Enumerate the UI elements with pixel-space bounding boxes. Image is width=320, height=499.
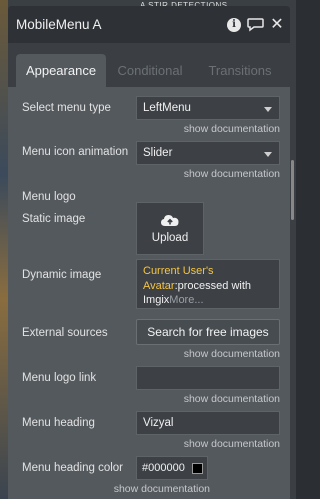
dynamic-image-expression[interactable]: Current User's Avatar:processed with Img… bbox=[136, 259, 280, 309]
scrollbar-thumb[interactable] bbox=[291, 160, 294, 220]
menu-heading-doc-link[interactable]: show documentation bbox=[184, 438, 280, 450]
menu-type-doc-link[interactable]: show documentation bbox=[184, 123, 280, 135]
menu-heading-value: Vizyal bbox=[143, 417, 174, 429]
heading-color-doc-link[interactable]: show documentation bbox=[114, 483, 210, 495]
chevron-down-icon bbox=[264, 107, 272, 112]
logo-link-label: Menu logo link bbox=[22, 372, 97, 384]
upload-button[interactable]: Upload bbox=[136, 202, 204, 255]
menu-logo-label: Menu logo bbox=[22, 191, 76, 203]
tab-appearance[interactable]: Appearance bbox=[16, 54, 106, 87]
tab-transitions[interactable]: Transitions bbox=[194, 54, 286, 87]
tab-bar: Appearance Conditional Transitions bbox=[8, 43, 290, 87]
cloud-upload-icon bbox=[161, 215, 179, 226]
close-icon[interactable]: ✕ bbox=[270, 16, 284, 32]
menu-heading-input[interactable]: Vizyal bbox=[136, 411, 280, 435]
property-editor-panel: MobileMenu A i ✕ Appearance Conditional … bbox=[8, 6, 290, 499]
external-sources-label: External sources bbox=[22, 327, 108, 339]
expression-more-link[interactable]: More... bbox=[169, 294, 203, 306]
search-free-images-button[interactable]: Search for free images bbox=[136, 319, 280, 345]
panel-titlebar[interactable]: MobileMenu A i ✕ bbox=[8, 6, 290, 43]
color-swatch[interactable] bbox=[191, 462, 203, 474]
info-icon[interactable]: i bbox=[227, 17, 241, 32]
icon-animation-label: Menu icon animation bbox=[22, 146, 129, 158]
comment-icon[interactable] bbox=[247, 17, 264, 32]
background-canvas bbox=[0, 0, 8, 499]
icon-animation-doc-link[interactable]: show documentation bbox=[184, 168, 280, 180]
heading-color-value: #000000 bbox=[142, 462, 185, 474]
external-sources-doc-link[interactable]: show documentation bbox=[184, 348, 280, 360]
heading-color-picker[interactable]: #000000 bbox=[136, 456, 208, 480]
tab-conditional[interactable]: Conditional bbox=[106, 54, 194, 87]
icon-animation-dropdown[interactable]: Slider bbox=[136, 141, 280, 165]
chevron-down-icon bbox=[264, 152, 272, 157]
icon-animation-value: Slider bbox=[143, 147, 173, 159]
logo-link-doc-link[interactable]: show documentation bbox=[184, 393, 280, 405]
menu-type-value: LeftMenu bbox=[143, 102, 191, 114]
upload-label: Upload bbox=[151, 232, 189, 244]
panel-title: MobileMenu A bbox=[16, 17, 102, 32]
background-scrollbar-track bbox=[290, 0, 296, 499]
menu-heading-label: Menu heading bbox=[22, 417, 95, 429]
static-image-label: Static image bbox=[22, 213, 86, 225]
menu-type-label: Select menu type bbox=[22, 102, 111, 114]
logo-link-input[interactable] bbox=[136, 366, 280, 390]
dynamic-image-label: Dynamic image bbox=[22, 269, 102, 281]
heading-color-label: Menu heading color bbox=[22, 462, 124, 474]
menu-type-dropdown[interactable]: LeftMenu bbox=[136, 96, 280, 120]
